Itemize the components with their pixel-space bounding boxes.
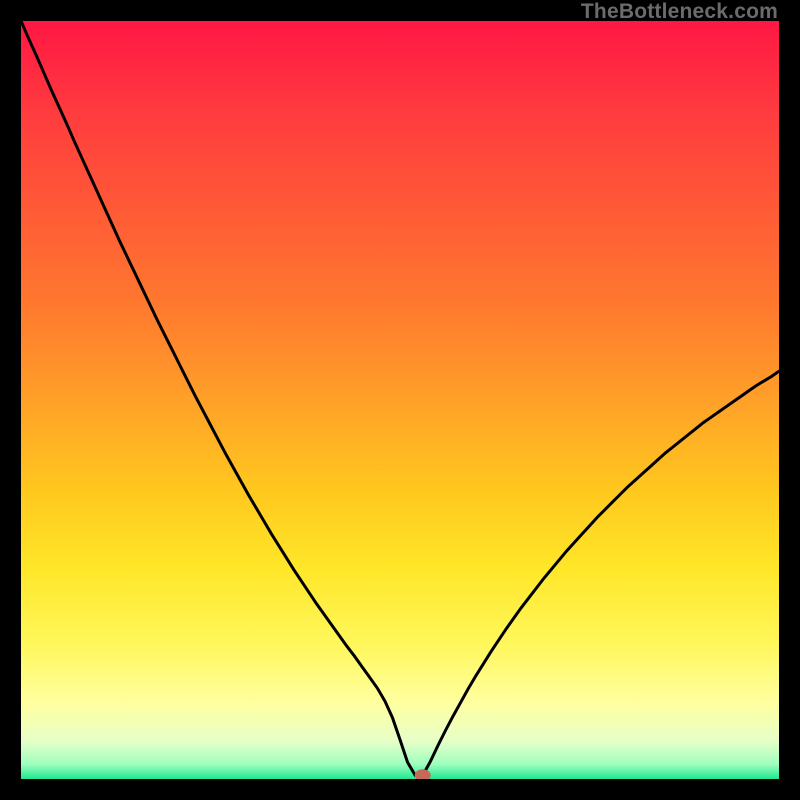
chart-plot	[21, 21, 779, 779]
gradient-background	[21, 21, 779, 779]
chart-container: TheBottleneck.com	[0, 0, 800, 800]
